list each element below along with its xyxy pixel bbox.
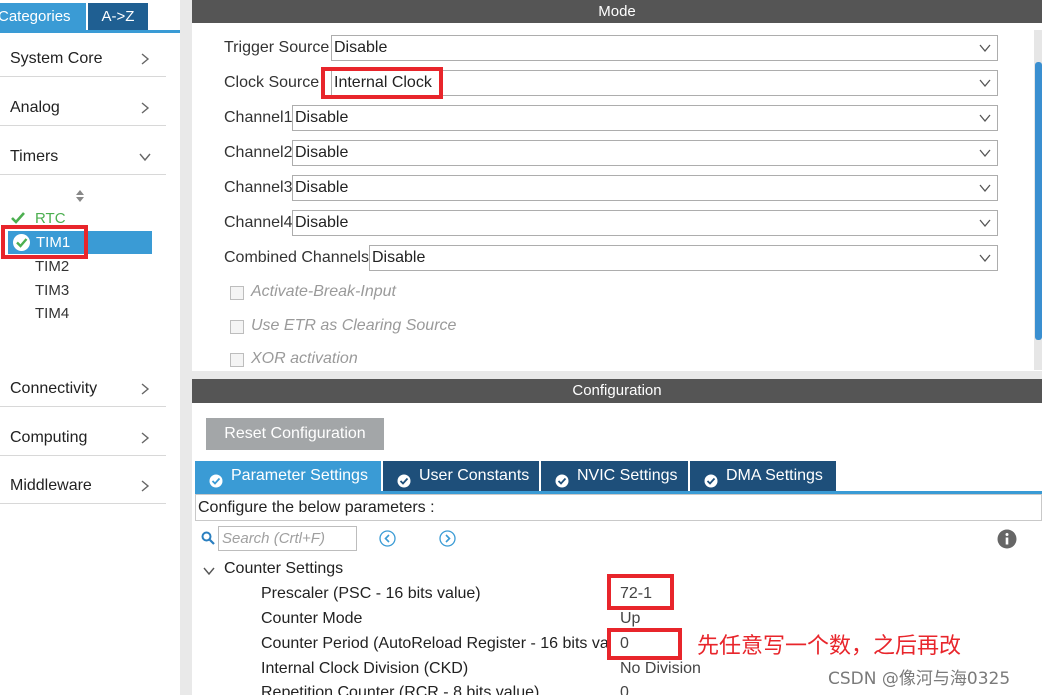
select-value: Disable <box>295 179 349 196</box>
chevron-down-icon[interactable] <box>203 564 215 576</box>
mode-header: Mode <box>192 0 1042 23</box>
reset-configuration-button[interactable]: Reset Configuration <box>206 418 384 450</box>
chevron-right-icon <box>138 52 152 66</box>
check-circle-icon <box>704 469 718 488</box>
info-icon[interactable] <box>997 529 1017 549</box>
check-circle-icon <box>209 469 223 488</box>
tab-label: DMA Settings <box>726 467 823 484</box>
splitter-gutter[interactable] <box>180 0 192 695</box>
param-name-counter-period: Counter Period (AutoReload Register - 16… <box>261 635 611 652</box>
chevron-right-icon <box>138 431 152 445</box>
use-etr-checkbox[interactable] <box>230 320 244 334</box>
combined-channels-select[interactable]: Disable <box>369 245 998 271</box>
mode-scrollbar-thumb[interactable] <box>1035 62 1042 340</box>
tab-parameter-settings[interactable]: Parameter Settings <box>195 461 381 491</box>
tab-a-to-z[interactable]: A->Z <box>88 3 148 30</box>
category-system-core[interactable]: System Core <box>0 29 166 77</box>
check-circle-icon <box>555 469 569 488</box>
annotation-text: 先任意写一个数，之后再改 <box>697 634 962 659</box>
trigger-source-select[interactable]: Disable <box>331 35 998 61</box>
peripheral-tim4[interactable]: TIM4 <box>35 305 69 322</box>
param-value-repetition-counter[interactable]: 0 <box>620 684 629 695</box>
sort-icon[interactable] <box>75 189 85 203</box>
combined-channels-label: Combined Channels <box>224 249 369 266</box>
chevron-down-icon <box>979 217 991 229</box>
activate-break-input-checkbox[interactable] <box>230 286 244 300</box>
configuration-header: Configuration <box>192 379 1042 403</box>
search-icon <box>201 531 215 545</box>
param-name-repetition-counter: Repetition Counter (RCR - 8 bits value) <box>261 684 540 695</box>
select-value: Disable <box>295 109 349 126</box>
param-value-clock-division[interactable]: No Division <box>620 660 701 678</box>
use-etr-label: Use ETR as Clearing Source <box>251 317 457 334</box>
stm32cube-timer-config: Categories A->Z System Core Analog Timer… <box>0 0 1042 695</box>
category-computing[interactable]: Computing <box>0 408 166 456</box>
category-label: Connectivity <box>10 380 98 397</box>
highlight-box-clock-source <box>321 67 443 99</box>
param-name-clock-division: Internal Clock Division (CKD) <box>261 660 469 677</box>
category-timers[interactable]: Timers <box>0 127 166 175</box>
select-value: Disable <box>295 144 349 161</box>
category-label: Timers <box>10 148 59 165</box>
param-name-prescaler: Prescaler (PSC - 16 bits value) <box>261 585 481 602</box>
highlight-box-counter-period <box>607 628 682 660</box>
search-input[interactable]: Search (Crtl+F) <box>218 526 357 551</box>
highlight-box-tim1 <box>1 225 88 259</box>
activate-break-input-label: Activate-Break-Input <box>251 283 396 300</box>
chevron-right-icon <box>138 382 152 396</box>
search-next-icon[interactable] <box>439 530 456 547</box>
tab-dma-settings[interactable]: DMA Settings <box>690 461 836 491</box>
category-middleware[interactable]: Middleware <box>0 456 166 504</box>
chevron-down-icon <box>979 147 991 159</box>
chevron-down-icon <box>979 252 991 264</box>
highlight-box-prescaler <box>607 574 674 610</box>
chevron-down-icon <box>138 150 152 164</box>
tab-label: NVIC Settings <box>577 467 678 484</box>
chevron-right-icon <box>138 101 152 115</box>
counter-settings-group[interactable]: Counter Settings <box>224 560 343 578</box>
tab-label: User Constants <box>419 467 530 484</box>
channel2-select[interactable]: Disable <box>292 140 998 166</box>
tab-categories[interactable]: Categories <box>0 3 86 30</box>
channel3-label: Channel3 <box>224 179 293 196</box>
category-analog[interactable]: Analog <box>0 78 166 126</box>
category-label: Computing <box>10 429 88 446</box>
check-circle-icon <box>397 469 411 488</box>
xor-activation-checkbox[interactable] <box>230 353 244 367</box>
category-connectivity[interactable]: Connectivity <box>0 359 166 407</box>
category-label: System Core <box>10 50 103 67</box>
channel1-label: Channel1 <box>224 109 293 126</box>
peripheral-tim3[interactable]: TIM3 <box>35 282 69 299</box>
channel4-label: Channel4 <box>224 214 293 231</box>
chevron-down-icon <box>979 182 991 194</box>
category-label: Analog <box>10 99 60 116</box>
chevron-right-icon <box>138 479 152 493</box>
select-value: Disable <box>334 39 388 56</box>
configure-hint: Configure the below parameters : <box>195 494 1042 521</box>
chevron-down-icon <box>979 112 991 124</box>
channel1-select[interactable]: Disable <box>292 105 998 131</box>
select-value: Disable <box>372 249 426 266</box>
select-value: Disable <box>295 214 349 231</box>
param-name-counter-mode: Counter Mode <box>261 610 363 627</box>
chevron-down-icon <box>979 77 991 89</box>
param-value-counter-mode[interactable]: Up <box>620 610 640 628</box>
channel2-label: Channel2 <box>224 144 293 161</box>
channel3-select[interactable]: Disable <box>292 175 998 201</box>
xor-activation-label: XOR activation <box>251 350 358 367</box>
pane-divider[interactable] <box>192 371 1042 379</box>
chevron-down-icon <box>979 42 991 54</box>
watermark: CSDN @像河与海0325 <box>828 669 1011 689</box>
check-icon <box>10 210 26 226</box>
tab-label: Parameter Settings <box>231 467 368 484</box>
category-label: Middleware <box>10 477 92 494</box>
tab-nvic-settings[interactable]: NVIC Settings <box>541 461 688 491</box>
category-tabs: Categories A->Z <box>0 0 180 33</box>
clock-source-label: Clock Source <box>224 74 320 91</box>
channel4-select[interactable]: Disable <box>292 210 998 236</box>
search-previous-icon[interactable] <box>379 530 396 547</box>
trigger-source-label: Trigger Source <box>224 39 330 56</box>
peripheral-tim2[interactable]: TIM2 <box>35 258 69 275</box>
tab-user-constants[interactable]: User Constants <box>383 461 539 491</box>
